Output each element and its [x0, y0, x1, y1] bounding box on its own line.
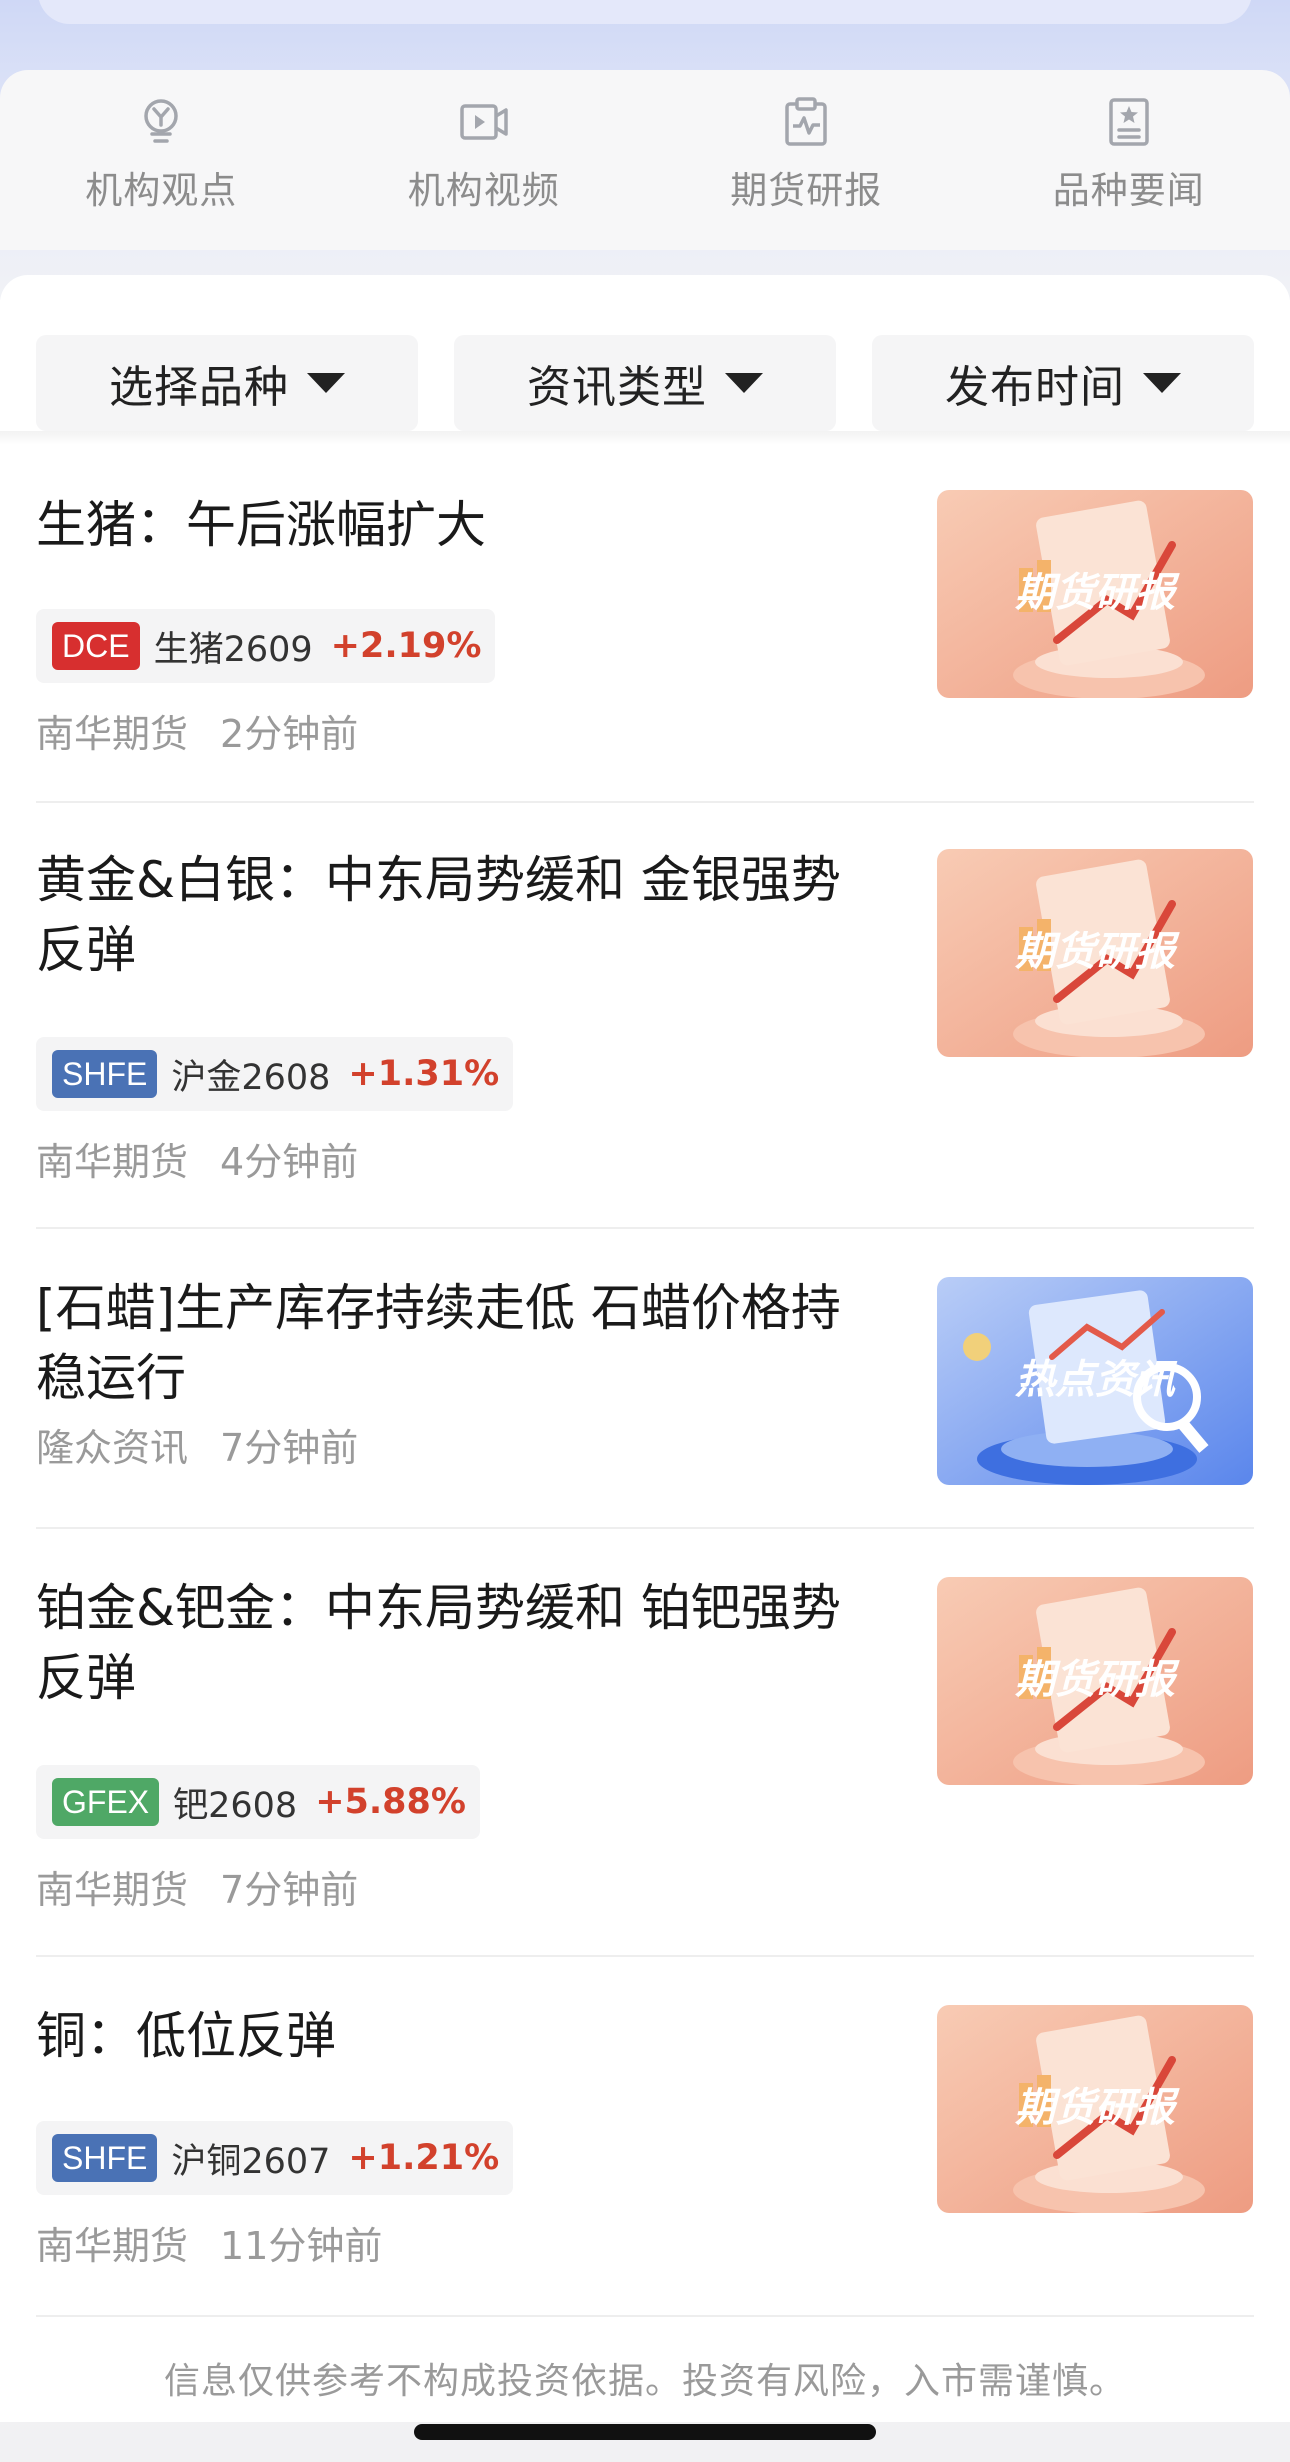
quick-nav-label: 机构视频 [407, 169, 560, 212]
news-title: 生猪：午后涨幅扩大 [36, 496, 486, 554]
thumbnail-label: 期货研报 [1015, 570, 1180, 616]
news-meta: 南华期货 11分钟前 [36, 2215, 382, 2270]
list-divider [36, 1227, 1254, 1229]
news-thumbnail: 期货研报 [937, 490, 1253, 698]
price-change: +1.21% [348, 2138, 500, 2178]
contract-name: 钯2608 [173, 1785, 298, 1826]
exchange-badge: DCE [52, 622, 140, 670]
filter-divider-shadow [0, 431, 1290, 445]
news-source: 隆众资讯 [36, 1426, 189, 1470]
news-item[interactable]: 铜：低位反弹 SHFE 沪铜2607 +1.21% 南华期货 11分钟前 期货研报 [0, 1959, 1290, 2319]
news-time: 7分钟前 [220, 1426, 359, 1470]
star-document-icon [1101, 94, 1157, 150]
news-source: 南华期货 [36, 712, 189, 756]
exchange-badge: SHFE [52, 2134, 158, 2182]
thumbnail-label: 期货研报 [1015, 929, 1180, 975]
contract-name: 生猪2609 [153, 629, 313, 670]
news-meta: 南华期货 2分钟前 [36, 703, 358, 758]
price-change: +2.19% [330, 626, 482, 666]
exchange-badge: SHFE [52, 1050, 158, 1098]
news-time: 4分钟前 [220, 1140, 359, 1184]
clipboard-pulse-icon [778, 94, 834, 150]
news-meta: 隆众资讯 7分钟前 [36, 1417, 358, 1472]
contract-name: 沪金2608 [171, 1057, 331, 1098]
news-time: 2分钟前 [220, 712, 359, 756]
quick-nav-institution-videos[interactable]: 机构视频 [364, 94, 604, 214]
filter-bar: 选择品种 资讯类型 发布时间 [36, 335, 1254, 431]
video-play-icon [456, 94, 512, 150]
news-time: 11分钟前 [220, 2224, 383, 2268]
thumbnail-label: 期货研报 [1015, 2085, 1180, 2131]
contract-tag[interactable]: GFEX 钯2608 +5.88% [36, 1765, 480, 1839]
news-source: 南华期货 [36, 1868, 189, 1912]
news-meta: 南华期货 7分钟前 [36, 1859, 358, 1914]
news-source: 南华期货 [36, 1140, 189, 1184]
news-source: 南华期货 [36, 2224, 189, 2268]
exchange-badge: GFEX [52, 1778, 160, 1826]
quick-nav-label: 机构观点 [85, 169, 238, 212]
contract-tag[interactable]: SHFE 沪铜2607 +1.21% [36, 2121, 514, 2195]
list-divider [36, 2315, 1254, 2317]
news-meta: 南华期货 4分钟前 [36, 1131, 358, 1186]
quick-nav-variety-news[interactable]: 品种要闻 [1009, 94, 1249, 214]
contract-tag[interactable]: SHFE 沪金2608 +1.31% [36, 1037, 514, 1111]
news-time: 7分钟前 [220, 1868, 359, 1912]
quick-nav-label: 期货研报 [730, 169, 883, 212]
news-thumbnail: 热点资讯 [937, 1277, 1253, 1485]
news-thumbnail: 期货研报 [937, 1577, 1253, 1785]
list-divider [36, 1955, 1254, 1957]
contract-tag[interactable]: DCE 生猪2609 +2.19% [36, 609, 496, 683]
news-thumbnail: 期货研报 [937, 849, 1253, 1057]
filter-variety[interactable]: 选择品种 [36, 335, 418, 431]
news-item[interactable]: 铂金&钯金：中东局势缓和 铂钯强势反弹 GFEX 钯2608 +5.88% 南华… [0, 1531, 1290, 1959]
list-divider [36, 1527, 1254, 1529]
thumbnail-label: 期货研报 [1015, 1657, 1180, 1703]
price-change: +1.31% [348, 1054, 500, 1094]
quick-nav-institution-views[interactable]: 机构观点 [41, 94, 281, 214]
caret-down-icon [725, 373, 763, 393]
thumbnail-label: 热点资讯 [1015, 1357, 1178, 1403]
quick-nav-label: 品种要闻 [1052, 169, 1205, 212]
filter-info-type-label: 资讯类型 [527, 362, 707, 413]
quick-nav: 机构观点 机构视频 期货研报 品种要闻 [0, 70, 1290, 250]
news-item[interactable]: [石蜡]生产库存持续走低 石蜡价格持稳运行 隆众资讯 7分钟前 热点资讯 [0, 1231, 1290, 1531]
contract-name: 沪铜2607 [171, 2141, 331, 2182]
search-bar-edge[interactable] [38, 0, 1252, 24]
news-title: 铜：低位反弹 [36, 2007, 336, 2065]
news-title: 黄金&白银：中东局势缓和 金银强势反弹 [36, 851, 841, 979]
filter-publish-time-label: 发布时间 [945, 362, 1125, 413]
filter-info-type[interactable]: 资讯类型 [454, 335, 836, 431]
risk-disclaimer: 信息仅供参考不构成投资依据。投资有风险，入市需谨慎。 [163, 2361, 1126, 2402]
news-thumbnail: 期货研报 [937, 2005, 1253, 2213]
caret-down-icon [1143, 373, 1181, 393]
news-item[interactable]: 黄金&白银：中东局势缓和 金银强势反弹 SHFE 沪金2608 +1.31% 南… [0, 803, 1290, 1231]
home-indicator[interactable] [414, 2424, 876, 2440]
bulb-y-icon [133, 94, 189, 150]
price-change: +5.88% [315, 1782, 466, 1822]
caret-down-icon [307, 373, 345, 393]
filter-publish-time[interactable]: 发布时间 [872, 335, 1254, 431]
quick-nav-futures-research[interactable]: 期货研报 [686, 94, 926, 214]
filter-variety-label: 选择品种 [109, 362, 289, 413]
news-title: 铂金&钯金：中东局势缓和 铂钯强势反弹 [36, 1579, 841, 1707]
news-item[interactable]: 生猪：午后涨幅扩大 DCE 生猪2609 +2.19% 南华期货 2分钟前 期货研… [0, 445, 1290, 805]
news-title: [石蜡]生产库存持续走低 石蜡价格持稳运行 [36, 1279, 841, 1407]
